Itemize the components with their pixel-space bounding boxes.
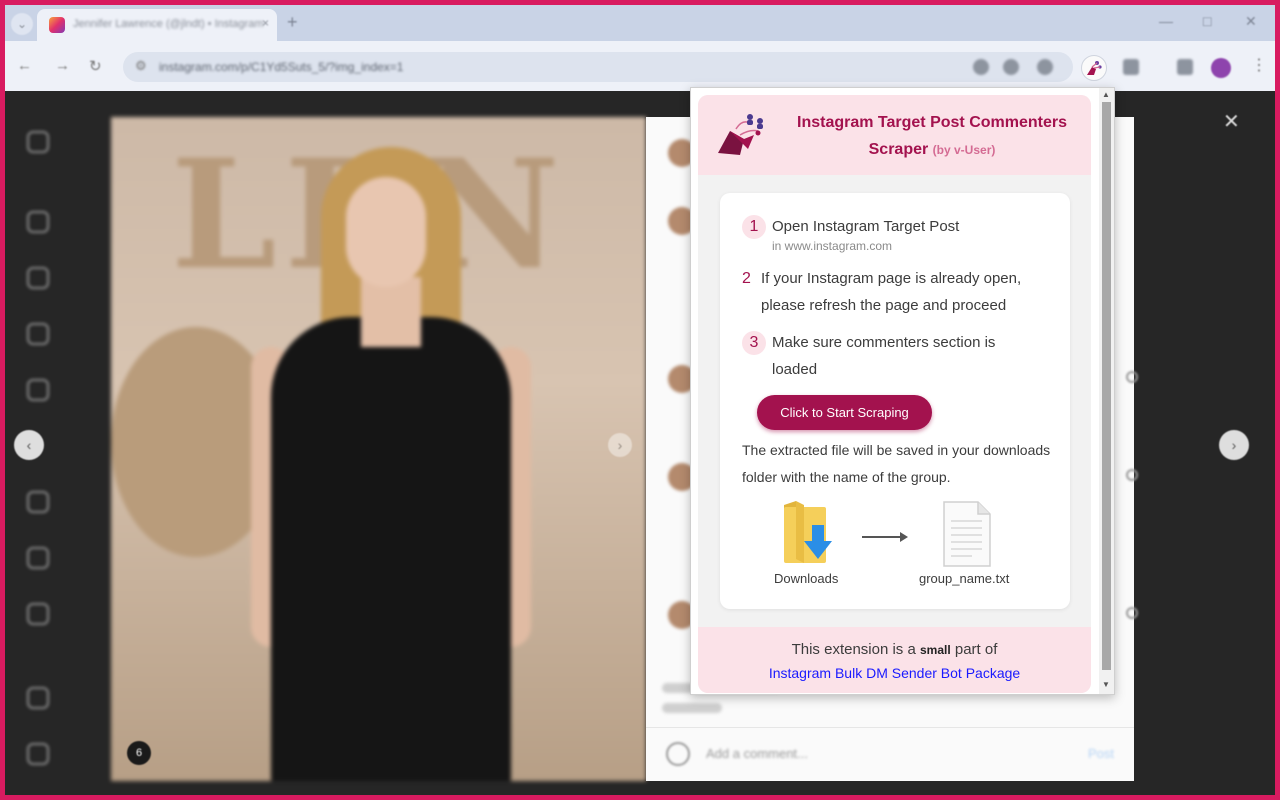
- emoji-icon[interactable]: [666, 742, 690, 766]
- create-icon[interactable]: [27, 547, 49, 569]
- site-info-icon[interactable]: ⚙: [135, 58, 147, 74]
- downloads-label: Downloads: [774, 571, 839, 586]
- start-scraping-button[interactable]: Click to Start Scraping: [757, 395, 932, 430]
- tab-search-button[interactable]: ⌄: [11, 13, 33, 35]
- search-icon[interactable]: [27, 267, 49, 289]
- scrollbar-thumb[interactable]: [1102, 102, 1111, 670]
- screen: ⌄ Jennifer Lawrence (@jlndt) • Instagram…: [5, 5, 1275, 795]
- scroll-down-icon[interactable]: ▼: [1102, 680, 1110, 689]
- browser-tab[interactable]: Jennifer Lawrence (@jlndt) • Instagram ×: [37, 9, 277, 41]
- translate-icon[interactable]: [1003, 59, 1019, 75]
- popup-title-line1: Instagram Target Post Commenters: [797, 114, 1067, 131]
- tab-title: Jennifer Lawrence (@jlndt) • Instagram: [73, 18, 264, 30]
- heart-icon[interactable]: [1126, 469, 1138, 481]
- popup-title-by: (by v-User): [932, 143, 996, 157]
- step-number: 1: [742, 215, 766, 239]
- forward-button[interactable]: →: [55, 57, 70, 74]
- file-name-label: group_name.txt: [919, 571, 1010, 586]
- address-bar[interactable]: ⚙ instagram.com/p/C1Yd5Suts_5/?img_index…: [123, 52, 1073, 82]
- instructions-card: 1 Open Instagram Target Post in www.inst…: [720, 193, 1070, 609]
- footer-prefix: This extension is a: [791, 641, 916, 658]
- profile-avatar[interactable]: [1211, 58, 1231, 78]
- extensions-puzzle-icon[interactable]: [1123, 59, 1139, 75]
- next-post-button[interactable]: ›: [1219, 430, 1249, 460]
- bookmark-star-icon[interactable]: [1037, 59, 1053, 75]
- download-icon[interactable]: [1177, 59, 1193, 75]
- new-tab-button[interactable]: +: [287, 12, 298, 33]
- step-text-line2: loaded: [772, 361, 818, 378]
- reels-icon[interactable]: [27, 379, 49, 401]
- lens-icon[interactable]: [973, 59, 989, 75]
- folder-download-icon: [784, 501, 832, 563]
- post-comment-button[interactable]: Post: [1088, 746, 1114, 761]
- browser-toolbar: ← → ↻ ⚙ instagram.com/p/C1Yd5Suts_5/?img…: [5, 41, 1275, 91]
- popup-footer: This extension is a small part of Instag…: [698, 627, 1091, 693]
- scroll-up-icon[interactable]: ▲: [1102, 90, 1110, 99]
- bulk-dm-package-link[interactable]: Instagram Bulk DM Sender Bot Package: [698, 665, 1091, 681]
- instagram-favicon-icon: [49, 17, 65, 33]
- heart-icon[interactable]: [1126, 607, 1138, 619]
- instagram-logo-icon[interactable]: [27, 131, 49, 153]
- home-icon[interactable]: [27, 211, 49, 233]
- text-file-icon: [943, 501, 991, 567]
- window-close-button[interactable]: ✕: [1245, 13, 1257, 30]
- step-number: 2: [742, 270, 751, 287]
- heart-icon[interactable]: [1126, 371, 1138, 383]
- notifications-icon[interactable]: [27, 491, 49, 513]
- date-placeholder: [662, 703, 722, 713]
- comment-bar: Add a comment... Post: [646, 727, 1134, 781]
- popup-title: Instagram Target Post Commenters Scraper…: [784, 109, 1080, 164]
- popup-title-line2: Scraper: [868, 141, 929, 158]
- address-url: instagram.com/p/C1Yd5Suts_5/?img_index=1: [159, 60, 404, 74]
- step-text-line1: Make sure commenters section is: [772, 334, 996, 351]
- step-number: 3: [742, 331, 766, 355]
- extension-scraper-icon: [1087, 61, 1102, 75]
- popup-scrollbar[interactable]: ▲ ▼: [1099, 88, 1114, 694]
- threads-icon[interactable]: [27, 687, 49, 709]
- footer-text: This extension is a small part of: [698, 641, 1091, 658]
- popup-header: Instagram Target Post Commenters Scraper…: [698, 95, 1091, 175]
- step-text-line1: If your Instagram page is already open,: [761, 270, 1022, 287]
- popup-body: Instagram Target Post Commenters Scraper…: [698, 95, 1091, 693]
- step-text-line2: please refresh the page and proceed: [761, 297, 1007, 314]
- explore-icon[interactable]: [27, 323, 49, 345]
- post-photo: LDN: [111, 117, 646, 781]
- browser-menu-button[interactable]: ⋮: [1251, 55, 1267, 75]
- reload-button[interactable]: ↻: [89, 57, 102, 75]
- step-subtext: in www.instagram.com: [772, 239, 893, 253]
- arrow-right-icon: [862, 532, 908, 542]
- footer-suffix: part of: [954, 641, 998, 658]
- save-note: The extracted file will be saved in your…: [742, 442, 1051, 485]
- back-button[interactable]: ←: [17, 57, 32, 74]
- tab-strip: ⌄ Jennifer Lawrence (@jlndt) • Instagram…: [5, 5, 1275, 41]
- extension-logo-icon: [718, 114, 763, 155]
- tab-close-button[interactable]: ×: [262, 16, 269, 30]
- profile-icon[interactable]: [27, 603, 49, 625]
- image-index-badge: 6: [127, 741, 151, 765]
- step-text: Open Instagram Target Post: [772, 218, 960, 235]
- more-icon[interactable]: [27, 743, 49, 765]
- comment-input[interactable]: Add a comment...: [706, 746, 808, 761]
- next-image-button[interactable]: ›: [608, 433, 632, 457]
- window-minimize-button[interactable]: —: [1159, 13, 1173, 29]
- footer-small: small: [920, 643, 951, 657]
- close-post-button[interactable]: ✕: [1223, 109, 1240, 134]
- extension-popup: Instagram Target Post Commenters Scraper…: [690, 87, 1115, 695]
- prev-post-button[interactable]: ‹: [14, 430, 44, 460]
- window-maximize-button[interactable]: □: [1203, 13, 1211, 29]
- scraper-extension-button[interactable]: [1081, 55, 1107, 81]
